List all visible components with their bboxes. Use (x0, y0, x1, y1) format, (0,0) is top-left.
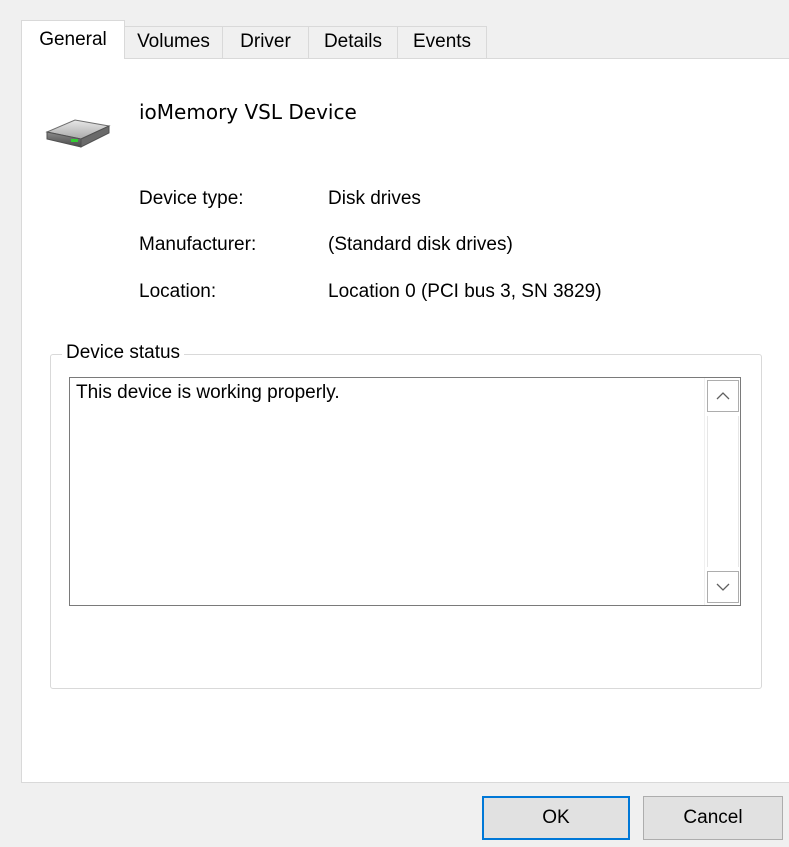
location-label: Location: (139, 281, 217, 302)
device-status-text: This device is working properly. (76, 382, 340, 403)
device-status-textbox[interactable]: This device is working properly. (69, 377, 741, 606)
tab-events[interactable]: Events (397, 26, 487, 58)
scroll-up-button[interactable] (707, 380, 739, 412)
ok-button[interactable]: OK (482, 796, 630, 840)
tab-volumes[interactable]: Volumes (124, 26, 223, 58)
location-value: Location 0 (PCI bus 3, SN 3829) (328, 281, 602, 302)
tab-general[interactable]: General (21, 20, 125, 59)
scroll-track[interactable] (707, 416, 739, 567)
manufacturer-label: Manufacturer: (139, 234, 257, 255)
device-status-title: Device status (62, 342, 185, 364)
tab-details[interactable]: Details (308, 26, 398, 58)
status-scrollbar[interactable] (704, 378, 740, 605)
device-type-value: Disk drives (328, 188, 421, 209)
cancel-button[interactable]: Cancel (643, 796, 783, 840)
hard-drive-icon (45, 112, 111, 157)
tab-driver[interactable]: Driver (222, 26, 309, 58)
chevron-down-icon (716, 583, 730, 591)
scroll-down-button[interactable] (707, 571, 739, 603)
chevron-up-icon (716, 392, 730, 400)
manufacturer-value: (Standard disk drives) (328, 234, 513, 255)
device-type-label: Device type: (139, 188, 244, 209)
device-name: ioMemory VSL Device (139, 100, 357, 124)
